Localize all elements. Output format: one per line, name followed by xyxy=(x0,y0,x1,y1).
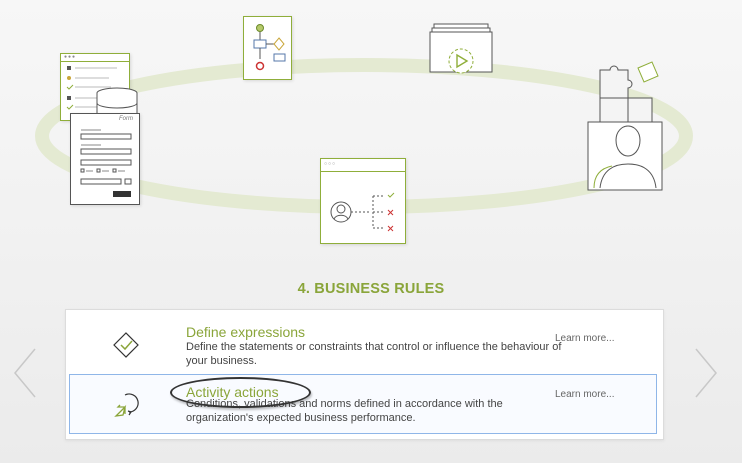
flowchart-card xyxy=(243,16,292,80)
chevron-right-icon[interactable] xyxy=(693,347,719,399)
diamond-check-icon xyxy=(113,332,139,358)
puzzle-people-icon xyxy=(587,61,663,191)
form-card: Form xyxy=(70,113,140,205)
feature-panel: Define expressions Define the statements… xyxy=(65,309,664,440)
feature-item-activity-actions[interactable]: Activity actions Conditions, validations… xyxy=(69,374,657,434)
feature-title: Define expressions xyxy=(186,324,306,340)
highlight-ring xyxy=(170,377,311,408)
section-title: 4. BUSINESS RULES xyxy=(297,281,445,297)
learn-more-link[interactable]: Learn more... xyxy=(555,333,614,344)
learn-more-link[interactable]: Learn more... xyxy=(555,389,614,400)
chevron-left-icon[interactable] xyxy=(12,347,38,399)
feature-item-define-expressions[interactable]: Define expressions Define the statements… xyxy=(69,313,657,373)
decision-card: ○○○ xyxy=(320,158,406,244)
process-play-icon xyxy=(429,23,493,74)
cursor-action-icon xyxy=(114,393,139,417)
feature-description: Define the statements or constraints tha… xyxy=(186,341,562,367)
